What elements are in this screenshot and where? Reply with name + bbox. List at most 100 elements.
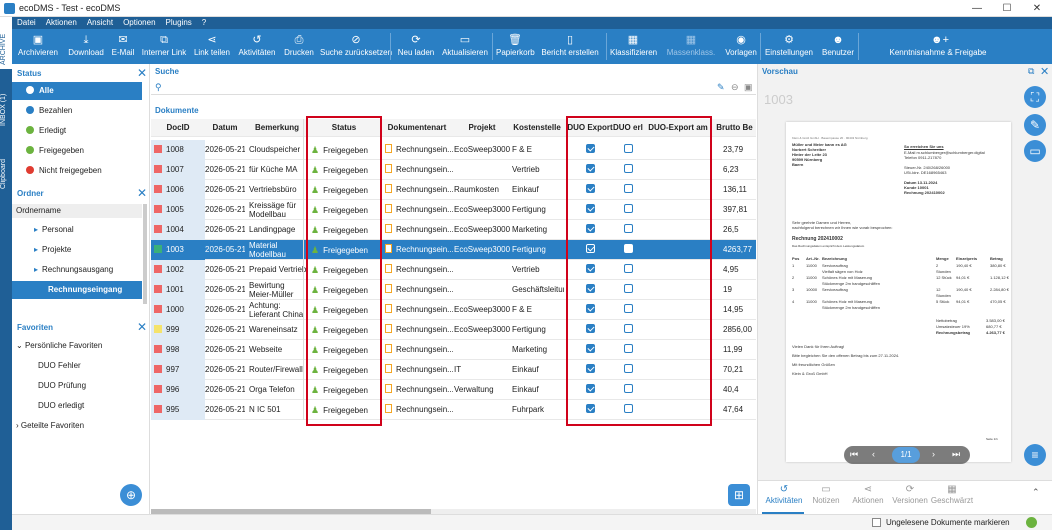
menu-help[interactable]: ?: [197, 17, 211, 29]
status-filter-item[interactable]: Erledigt: [12, 122, 142, 140]
toolbar-button-10[interactable]: 🗑 Papierkorb: [496, 29, 535, 64]
toolbar-button-17[interactable]: ☻+ Kenntnisnahme & Freigabe: [864, 29, 1012, 64]
toolbar-button-14[interactable]: ◉ Vorlagen: [724, 29, 758, 64]
toolbar-label: Neu laden: [397, 48, 435, 57]
toolbar-label: Drucken: [284, 48, 314, 57]
folder-item[interactable]: ▸ Personal: [12, 221, 142, 239]
date-cell: 2026-05-21: [205, 225, 245, 234]
bottom-tabs: ↺ Aktivitäten ▭ Notizen ⋖ Aktionen ⟳ Versionen ▦…: [758, 480, 1052, 514]
favorite-item[interactable]: DUO erledigt: [12, 397, 142, 415]
toolbar: ▣ Archivieren ⤓ Download ✉ E-Mail ⧉ Interner Li…: [12, 29, 1052, 64]
close-icon[interactable]: ✕: [137, 66, 147, 80]
docid: 996: [166, 385, 180, 394]
toolbar-icon: ▦: [685, 34, 697, 46]
bottom-tab-label: Aktionen: [852, 496, 884, 505]
close-icon[interactable]: ✕: [1040, 65, 1049, 78]
minus-icon[interactable]: ⊖: [731, 82, 739, 93]
project-cell: IT: [454, 365, 462, 374]
column-header[interactable]: Bemerkung: [247, 119, 307, 137]
app-logo-icon: [4, 3, 15, 14]
external-link-icon[interactable]: ⧉: [1028, 66, 1034, 77]
save-icon[interactable]: ▣: [744, 82, 753, 93]
bottom-tab[interactable]: ⟳ Versionen: [888, 483, 932, 505]
toolbar-label: Suche zurücksetzen: [320, 48, 393, 57]
doctype-label: Rechnungsein...: [396, 365, 453, 374]
layout-icon[interactable]: ▭: [1024, 140, 1046, 162]
toolbar-button-0[interactable]: ▣ Archivieren: [14, 29, 62, 64]
add-button[interactable]: ⊕: [120, 484, 142, 506]
tab-clipboard[interactable]: Clipboard: [0, 151, 12, 197]
toolbar-button-13[interactable]: ▦ Massenklass.: [662, 29, 720, 64]
bottom-tab[interactable]: ▦ Geschwärzt: [930, 483, 974, 505]
status-filter-item[interactable]: Bezahlen: [12, 102, 142, 120]
column-header[interactable]: Kostenstelle: [511, 119, 563, 137]
toolbar-button-1[interactable]: ⤓ Download: [66, 29, 106, 64]
docid-cell: 1006: [151, 180, 205, 200]
preview-table-cell: Schönes Holz mit Maserung: [822, 299, 873, 304]
doctype-cell: Rechnungsein...: [385, 380, 453, 400]
toolbar-button-5[interactable]: ↺ Aktivitäten: [236, 29, 278, 64]
edit-icon[interactable]: ✎: [717, 82, 725, 93]
close-icon[interactable]: ✕: [137, 320, 147, 334]
toolbar-button-4[interactable]: ⋖ Link teilen: [192, 29, 232, 64]
toolbar-button-16[interactable]: ☻ Benutzer: [818, 29, 858, 64]
folder-item[interactable]: Rechnungseingang: [12, 281, 142, 299]
minimize-button[interactable]: —: [962, 0, 992, 17]
favorite-item[interactable]: DUO Prüfung: [12, 377, 142, 395]
prev-page-icon[interactable]: ‹: [872, 449, 875, 459]
toolbar-button-2[interactable]: ✉ E-Mail: [110, 29, 136, 64]
menu-optionen[interactable]: Optionen: [118, 17, 160, 29]
menu-plugins[interactable]: Plugins: [161, 17, 197, 29]
toolbar-button-3[interactable]: ⧉ Interner Link: [140, 29, 188, 64]
grid-view-button[interactable]: ⊞: [728, 484, 750, 506]
maximize-button[interactable]: ☐: [992, 0, 1022, 17]
toolbar-button-12[interactable]: ▦ Klassifizieren: [610, 29, 657, 64]
next-page-icon[interactable]: ›: [932, 449, 935, 459]
bottom-tab[interactable]: ▭ Notizen: [804, 483, 848, 505]
column-header[interactable]: Brutto Be: [713, 119, 756, 137]
toolbar-button-15[interactable]: ⚙ Einstellungen: [764, 29, 814, 64]
toolbar-button-8[interactable]: ⟳ Neu laden: [396, 29, 436, 64]
document-type-icon: [154, 345, 162, 353]
toolbar-button-7[interactable]: ⊘ Suche zurücksetzen: [320, 29, 392, 64]
bottom-tab[interactable]: ↺ Aktivitäten: [762, 483, 806, 505]
menu-ansicht[interactable]: Ansicht: [82, 17, 118, 29]
notes-icon[interactable]: ≡: [1024, 444, 1046, 466]
menu-datei[interactable]: Datei: [12, 17, 41, 29]
favoriten-group-personal[interactable]: ⌄ Persönliche Favoriten: [12, 337, 142, 355]
favoriten-group-shared[interactable]: › Geteilte Favoriten: [12, 417, 142, 435]
preview-table-cell: 2: [792, 275, 795, 280]
side-tabs: ARCHIVE INBOX (1) Clipboard: [0, 29, 12, 530]
folder-item[interactable]: ▸ Projekte: [12, 241, 142, 259]
first-page-icon[interactable]: ⏮: [850, 449, 858, 460]
chevron-up-icon[interactable]: ⌃: [1032, 487, 1040, 498]
favorite-item[interactable]: DUO Fehler: [12, 357, 142, 375]
costcenter-cell: Fertigung: [512, 205, 546, 214]
bottom-tab[interactable]: ⋖ Aktionen: [846, 483, 890, 505]
menu-aktionen[interactable]: Aktionen: [41, 17, 82, 29]
document-icon: [385, 404, 392, 413]
pen-icon[interactable]: ✎: [1024, 114, 1046, 136]
close-button[interactable]: ✕: [1022, 0, 1052, 17]
status-filter-item[interactable]: Alle: [12, 82, 142, 100]
status-filter-item[interactable]: Freigegeben: [12, 142, 142, 160]
last-page-icon[interactable]: ⏭: [952, 449, 960, 460]
tab-inbox[interactable]: INBOX (1): [0, 85, 12, 135]
bottom-tab-label: Geschwärzt: [930, 496, 974, 505]
close-icon[interactable]: ✕: [137, 186, 147, 200]
toolbar-button-11[interactable]: ▯ Bericht erstellen: [538, 29, 602, 64]
toolbar-button-6[interactable]: ⎙ Drucken: [282, 29, 316, 64]
folder-item[interactable]: ▸ Rechnungsausgang: [12, 261, 142, 279]
column-header[interactable]: Projekt: [453, 119, 511, 137]
toolbar-button-9[interactable]: ▭ Aktualisieren: [440, 29, 490, 64]
tab-archive[interactable]: ARCHIVE: [0, 29, 12, 69]
documents-section-title: Dokumente: [155, 106, 199, 115]
column-header[interactable]: Datum: [205, 119, 245, 137]
fullscreen-icon[interactable]: ⛶: [1024, 86, 1046, 108]
scrollbar[interactable]: [143, 204, 147, 304]
column-header[interactable]: DocID: [151, 119, 205, 137]
favoriten-group-label: Persönliche Favoriten: [24, 341, 103, 350]
unread-checkbox[interactable]: [872, 518, 881, 527]
column-header[interactable]: Dokumentenart: [383, 119, 451, 137]
status-filter-item[interactable]: Nicht freigegeben: [12, 162, 142, 180]
